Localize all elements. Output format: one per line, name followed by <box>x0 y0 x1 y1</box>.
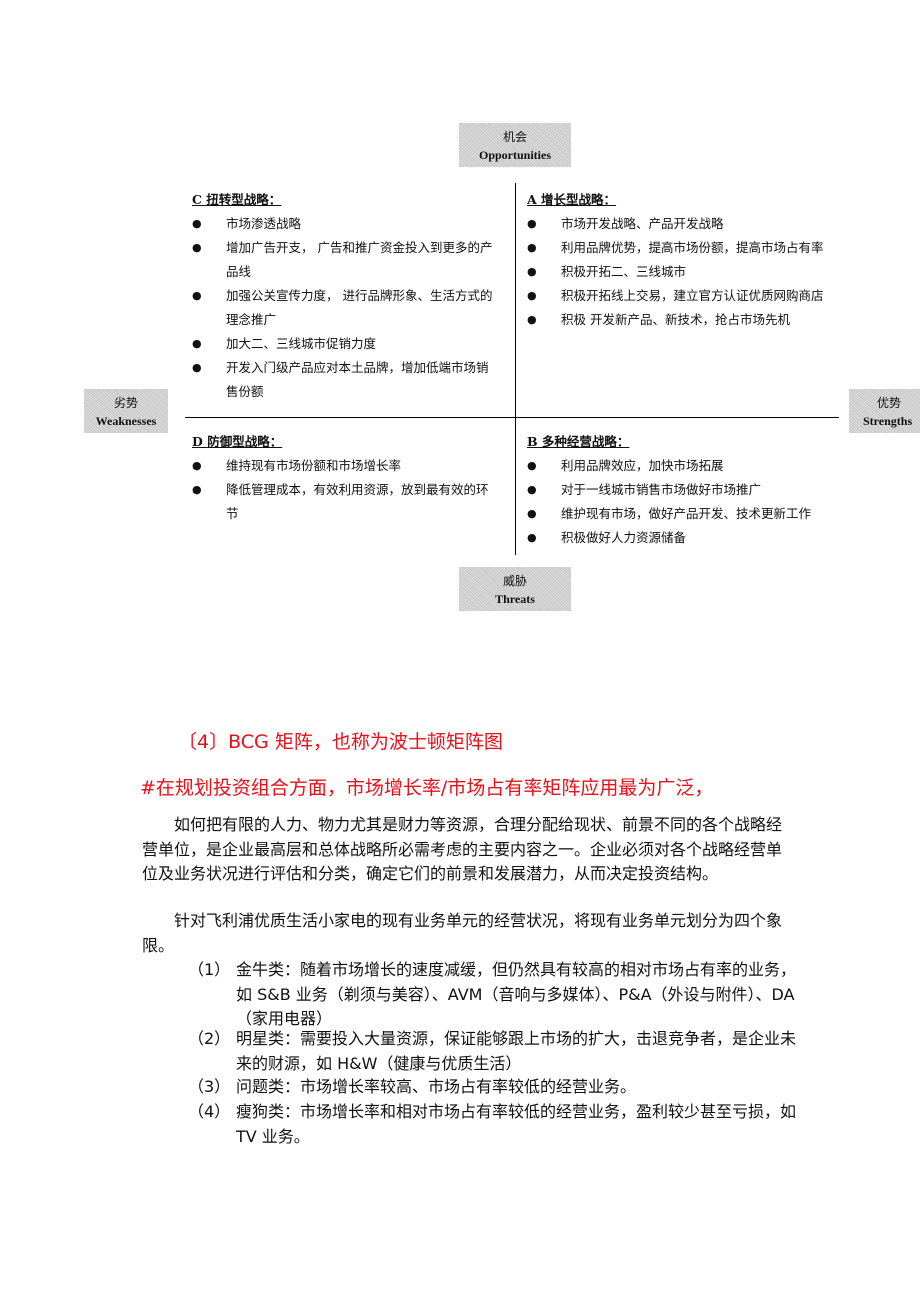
quadrant-d-list: 维持现有市场份额和市场增长率 降低管理成本，有效利用资源，放到最有效的环节 <box>192 454 497 526</box>
threats-en: Threats <box>495 592 535 606</box>
list-item: 加大二、三线城市促销力度 <box>192 332 497 356</box>
quadrant-c-title: C 扭转型战略： <box>192 192 282 207</box>
list-item: 利用品牌效应，加快市场拓展 <box>527 454 867 478</box>
list-number: （2） <box>188 1029 231 1048</box>
strengths-en: Strengths <box>863 414 913 428</box>
list-item: 积极 开发新产品、新技术，抢占市场先机 <box>527 308 867 332</box>
threats-zh: 威胁 <box>502 574 527 588</box>
list-text: 问题类：市场增长率较高、市场占有率较低的经营业务。 <box>236 1077 637 1096</box>
horizontal-axis-line <box>185 417 839 418</box>
list-item: 维持现有市场份额和市场增长率 <box>192 454 497 478</box>
opportunities-label: 机会 Opportunities <box>459 123 571 167</box>
quadrant-b-list: 利用品牌效应，加快市场拓展 对于一线城市销售市场做好市场推广 维护现有市场，做好… <box>527 454 867 550</box>
list-number: （4） <box>188 1102 231 1121</box>
quadrant-b: B 多种经营战略： 利用品牌效应，加快市场拓展 对于一线城市销售市场做好市场推广… <box>527 430 867 550</box>
list-text: 明星类：需要投入大量资源，保证能够跟上市场的扩大，击退竞争者，是企业未来的财源，… <box>236 1029 797 1073</box>
list-item: 积极开拓线上交易，建立官方认证优质网购商店 <box>527 284 867 308</box>
weaknesses-zh: 劣势 <box>113 396 138 410</box>
list-item: 利用品牌优势，提高市场份额，提高市场占有率 <box>527 236 867 260</box>
list-item: 市场渗透战略 <box>192 212 497 236</box>
quadrant-a: A 增长型战略： 市场开发战略、产品开发战略 利用品牌优势，提高市场份额，提高市… <box>527 188 867 332</box>
quadrant-d: D 防御型战略： 维持现有市场份额和市场增长率 降低管理成本，有效利用资源，放到… <box>192 430 497 526</box>
strengths-zh: 优势 <box>876 396 901 410</box>
section-heading: 〔4〕BCG 矩阵，也称为波士顿矩阵图 <box>178 731 503 753</box>
strengths-label: 优势 Strengths <box>849 389 920 433</box>
weaknesses-label: 劣势 Weaknesses <box>84 389 168 433</box>
paragraph-2: 针对飞利浦优质生活小家电的现有业务单元的经营状况，将现有业务单元划分为四个象限。 <box>142 911 783 955</box>
hash-line: #在规划投资组合方面，市场增长率/市场占有率矩阵应用最为广泛， <box>140 777 714 799</box>
paragraph-1: 如何把有限的人力、物力尤其是财力等资源，合理分配给现状、前景不同的各个战略经营单… <box>142 815 783 883</box>
list-item: 增加广告开支， 广告和推广资金投入到更多的产品线 <box>192 236 497 284</box>
weaknesses-en: Weaknesses <box>95 414 157 428</box>
threats-label: 威胁 Threats <box>459 567 571 611</box>
quadrant-d-title: D 防御型战略： <box>192 434 283 449</box>
list-item: 维护现有市场，做好产品开发、技术更新工作 <box>527 502 867 526</box>
list-item-1: （1） 金牛类：随着市场增长的速度减缓，但仍然具有较高的相对市场占有率的业务，如… <box>188 958 808 1033</box>
list-item-4: （4） 瘦狗类：市场增长率和相对市场占有率较低的经营业务，盈利较少甚至亏损，如 … <box>188 1100 808 1150</box>
list-number: （3） <box>188 1077 231 1096</box>
list-item: 积极开拓二、三线城市 <box>527 260 867 284</box>
quadrant-c: C 扭转型战略： 市场渗透战略 增加广告开支， 广告和推广资金投入到更多的产品线… <box>192 188 497 404</box>
list-number: （1） <box>188 960 231 979</box>
list-item: 降低管理成本，有效利用资源，放到最有效的环节 <box>192 478 497 526</box>
vertical-axis-line <box>515 183 516 555</box>
quadrant-a-title: A 增长型战略： <box>527 192 617 207</box>
list-text: 金牛类：随着市场增长的速度减缓，但仍然具有较高的相对市场占有率的业务，如 S&B… <box>236 960 797 1028</box>
list-item: 加强公关宣传力度， 进行品牌形象、生活方式的理念推广 <box>192 284 497 332</box>
list-text: 瘦狗类：市场增长率和相对市场占有率较低的经营业务，盈利较少甚至亏损，如 TV 业… <box>236 1102 797 1146</box>
list-item: 市场开发战略、产品开发战略 <box>527 212 867 236</box>
quadrant-c-list: 市场渗透战略 增加广告开支， 广告和推广资金投入到更多的产品线 加强公关宣传力度… <box>192 212 497 404</box>
list-item-2: （2） 明星类：需要投入大量资源，保证能够跟上市场的扩大，击退竞争者，是企业未来… <box>188 1027 808 1077</box>
opportunities-zh: 机会 <box>502 130 527 144</box>
quadrant-b-title: B 多种经营战略： <box>527 434 630 449</box>
list-item: 开发入门级产品应对本土品牌，增加低端市场销售份额 <box>192 356 497 404</box>
list-item: 对于一线城市销售市场做好市场推广 <box>527 478 867 502</box>
list-item: 积极做好人力资源储备 <box>527 526 867 550</box>
quadrant-a-list: 市场开发战略、产品开发战略 利用品牌优势，提高市场份额，提高市场占有率 积极开拓… <box>527 212 867 332</box>
opportunities-en: Opportunities <box>478 148 551 162</box>
list-item-3: （3） 问题类：市场增长率较高、市场占有率较低的经营业务。 <box>188 1075 808 1100</box>
